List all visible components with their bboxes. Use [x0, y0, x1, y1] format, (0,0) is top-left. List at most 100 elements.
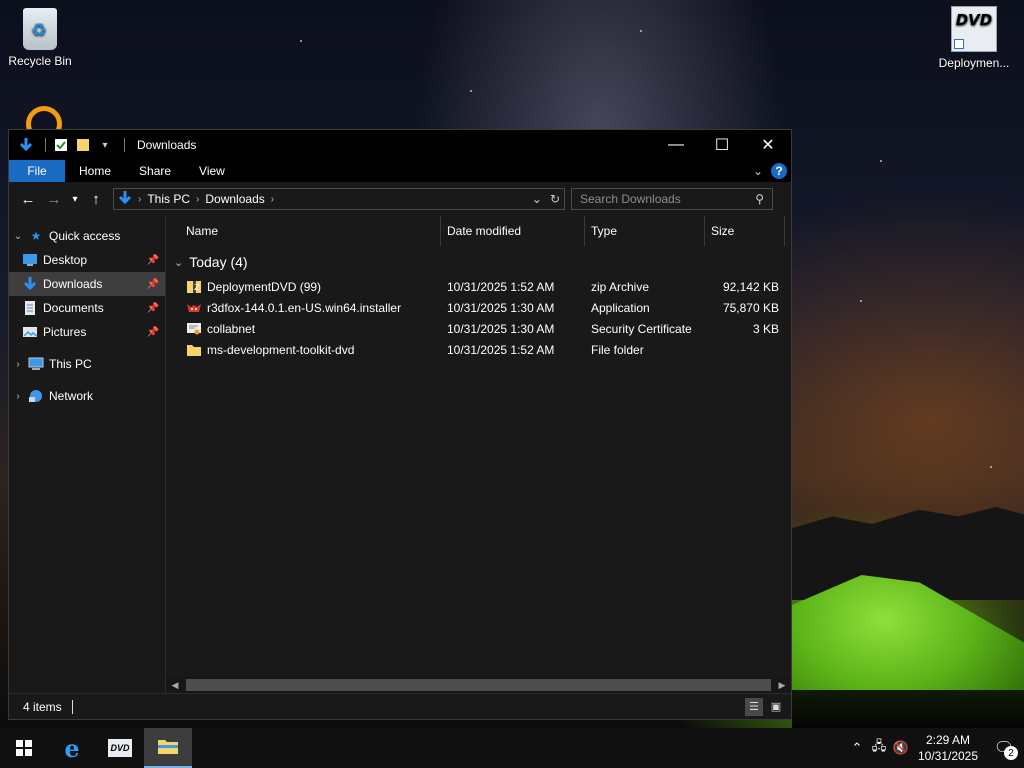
- forward-button[interactable]: →: [41, 186, 67, 212]
- desktop-icon-label: Recycle Bin: [8, 54, 72, 68]
- tab-share[interactable]: Share: [125, 160, 185, 182]
- zip-archive-icon: Z: [186, 279, 202, 295]
- pin-icon[interactable]: 📌: [147, 255, 159, 266]
- scroll-right-icon[interactable]: ▶: [773, 680, 791, 691]
- taskbar-internet-explorer[interactable]: e: [48, 728, 96, 768]
- item-count: 4 items: [23, 699, 62, 714]
- wallpaper-star: [990, 466, 992, 468]
- help-icon[interactable]: ?: [771, 163, 787, 179]
- action-center-button[interactable]: 🗨 2: [984, 728, 1024, 768]
- table-row[interactable]: collabnet 10/31/2025 1:30 AM Security Ce…: [166, 318, 791, 339]
- file-size: 75,870 KB: [722, 300, 779, 315]
- pin-icon[interactable]: 📌: [147, 327, 159, 338]
- pin-icon[interactable]: 📌: [147, 303, 159, 314]
- table-row[interactable]: r3dfox-144.0.1.en-US.win64.installer 10/…: [166, 297, 791, 318]
- start-button[interactable]: [0, 728, 48, 768]
- horizontal-scrollbar[interactable]: ◀ ▶: [166, 677, 791, 693]
- chevron-down-icon[interactable]: ⌄: [9, 231, 27, 242]
- scroll-left-icon[interactable]: ◀: [166, 680, 184, 691]
- desktop-icon-recycle-bin[interactable]: Recycle Bin: [0, 8, 80, 68]
- tab-view[interactable]: View: [185, 160, 239, 182]
- wallpaper-grass: [792, 690, 1024, 728]
- clock-date: 10/31/2025: [917, 749, 979, 763]
- group-header-today[interactable]: ⌄ Today (4): [166, 248, 791, 276]
- file-size: 3 KB: [752, 321, 779, 336]
- refresh-icon[interactable]: ↻: [550, 192, 560, 206]
- computer-icon: [27, 356, 45, 372]
- clock[interactable]: 2:29 AM 10/31/2025: [912, 732, 984, 764]
- file-name: ms-development-toolkit-dvd: [207, 342, 355, 357]
- downloads-arrow-icon[interactable]: [17, 136, 35, 154]
- column-header-size[interactable]: Size: [705, 216, 785, 246]
- wallpaper-star: [470, 90, 472, 92]
- scrollbar-thumb[interactable]: [186, 679, 771, 691]
- sidebar-item-downloads[interactable]: Downloads 📌: [9, 272, 165, 296]
- column-headers: Name Date modified Type Size: [166, 216, 791, 246]
- show-hidden-icons-icon[interactable]: ⌃: [846, 740, 868, 756]
- chevron-right-icon[interactable]: ›: [9, 359, 27, 370]
- recent-locations-button[interactable]: ▾: [67, 186, 83, 212]
- up-button[interactable]: ↑: [83, 186, 109, 212]
- back-button[interactable]: ←: [15, 186, 41, 212]
- wallpaper-star: [300, 40, 302, 42]
- address-bar[interactable]: › This PC › Downloads › ⌄ ↻: [113, 188, 565, 210]
- column-header-date[interactable]: Date modified: [441, 216, 585, 246]
- large-icons-view-icon[interactable]: ▣: [767, 698, 785, 716]
- ribbon-tabs: File Home Share View ⌄ ?: [9, 160, 791, 182]
- pictures-icon: [21, 324, 39, 340]
- column-header-name[interactable]: Name: [166, 216, 441, 246]
- file-size: 92,142 KB: [722, 279, 779, 294]
- desktop-icon: [21, 252, 39, 268]
- wallpaper-star: [880, 160, 882, 162]
- column-header-type[interactable]: Type: [585, 216, 705, 246]
- table-row[interactable]: Z DeploymentDVD (99) 10/31/2025 1:52 AM …: [166, 276, 791, 297]
- windows-logo-icon: [16, 740, 32, 756]
- sidebar-item-pictures[interactable]: Pictures 📌: [9, 320, 165, 344]
- new-folder-icon[interactable]: [74, 136, 92, 154]
- desktop-icon-label: Deploymen...: [938, 56, 1010, 70]
- breadcrumb-this-pc[interactable]: This PC: [147, 192, 190, 206]
- maximize-button[interactable]: ☐: [699, 130, 745, 160]
- navigation-pane: ⌄ ★ Quick access Desktop 📌 Downloads 📌 D…: [9, 216, 166, 693]
- breadcrumb-downloads[interactable]: Downloads: [205, 192, 264, 206]
- system-tray: ⌃ 🖧 🔇 2:29 AM 10/31/2025 🗨 2: [846, 728, 1024, 768]
- sidebar-item-this-pc[interactable]: › This PC: [9, 352, 165, 376]
- sidebar-item-desktop[interactable]: Desktop 📌: [9, 248, 165, 272]
- star-icon: ★: [30, 229, 42, 243]
- expand-ribbon-icon[interactable]: ⌄: [753, 164, 763, 178]
- address-history-icon[interactable]: ⌄: [532, 192, 542, 206]
- file-name: collabnet: [207, 321, 256, 336]
- wallpaper-star: [640, 30, 642, 32]
- title-bar[interactable]: ▾ Downloads — ☐ ✕: [9, 130, 791, 160]
- sidebar-item-network[interactable]: › Network: [9, 384, 165, 408]
- network-status-icon[interactable]: 🖧: [868, 737, 890, 759]
- file-type: zip Archive: [591, 279, 650, 294]
- close-button[interactable]: ✕: [745, 130, 791, 160]
- file-name: DeploymentDVD (99): [207, 279, 322, 294]
- taskbar-dvd-app[interactable]: DVD: [96, 728, 144, 768]
- sidebar-item-quick-access[interactable]: ⌄ ★ Quick access: [9, 224, 165, 248]
- tab-file[interactable]: File: [9, 160, 65, 182]
- minimize-button[interactable]: —: [653, 130, 699, 160]
- downloads-arrow-icon: [21, 276, 39, 292]
- volume-muted-icon[interactable]: 🔇: [890, 740, 912, 756]
- recycle-bin-icon: [23, 8, 57, 50]
- navigation-bar: ← → ▾ ↑ › This PC › Downloads › ⌄ ↻ Sear…: [9, 182, 791, 216]
- file-explorer-window: ▾ Downloads — ☐ ✕ File Home Share View ⌄…: [8, 129, 792, 720]
- sidebar-item-documents[interactable]: Documents 📌: [9, 296, 165, 320]
- chevron-right-icon[interactable]: ›: [9, 391, 27, 402]
- search-input[interactable]: Search Downloads ⚲: [571, 188, 773, 210]
- properties-icon[interactable]: [52, 136, 70, 154]
- wallpaper-star: [860, 300, 862, 302]
- taskbar-file-explorer[interactable]: [144, 728, 192, 768]
- file-date: 10/31/2025 1:52 AM: [447, 279, 555, 294]
- file-list: Name Date modified Type Size ⌄ Today (4)…: [166, 216, 791, 693]
- certificate-icon: [186, 321, 202, 337]
- table-row[interactable]: ms-development-toolkit-dvd 10/31/2025 1:…: [166, 339, 791, 360]
- tab-home[interactable]: Home: [65, 160, 125, 182]
- pin-icon[interactable]: 📌: [147, 279, 159, 290]
- details-view-icon[interactable]: ☰: [745, 697, 763, 716]
- desktop-icon-deployment[interactable]: DVD Deploymen...: [934, 6, 1014, 70]
- customize-toolbar-icon[interactable]: ▾: [96, 136, 114, 154]
- svg-text:Z: Z: [194, 283, 200, 292]
